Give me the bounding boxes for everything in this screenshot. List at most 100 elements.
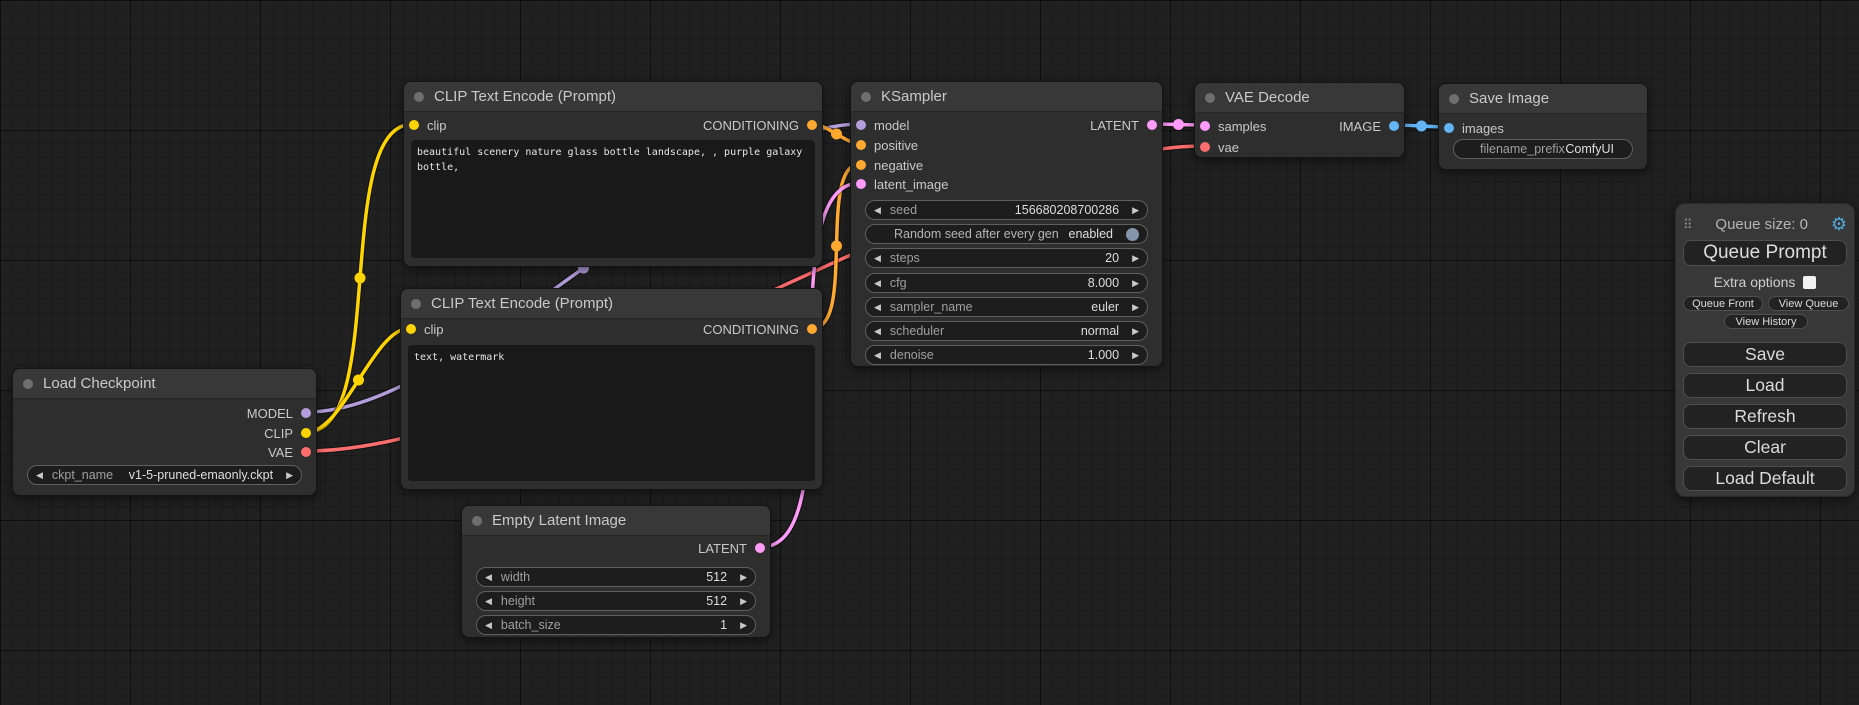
slot-dot-samples[interactable]	[1200, 121, 1210, 131]
widget-label: filename_prefix	[1480, 142, 1565, 156]
slot-dot-images[interactable]	[1444, 123, 1454, 133]
settings-gear-icon[interactable]: ⚙	[1831, 215, 1847, 233]
slot-dot-vae[interactable]	[1200, 142, 1210, 152]
widget-value: 20	[1105, 251, 1119, 265]
node-clip-negative[interactable]: CLIP Text Encode (Prompt)clipCONDITIONIN…	[400, 288, 823, 490]
output-slot-model: MODEL	[247, 406, 311, 420]
increment-arrow-icon[interactable]: ▶	[1132, 279, 1139, 288]
widget-label: seed	[890, 203, 917, 217]
slot-dot-latent[interactable]	[1147, 120, 1157, 130]
widget-batch-size[interactable]: ◀batch_size1▶	[476, 615, 756, 635]
increment-arrow-icon[interactable]: ▶	[1132, 351, 1139, 360]
decrement-arrow-icon[interactable]: ◀	[485, 621, 492, 630]
slot-dot-negative[interactable]	[856, 160, 866, 170]
widget-filename-prefix[interactable]: filename_prefixComfyUI	[1453, 139, 1633, 159]
decrement-arrow-icon[interactable]: ◀	[874, 206, 881, 215]
node-graph-canvas[interactable]: Load CheckpointMODELCLIPVAE◀ckpt_namev1-…	[0, 0, 1859, 705]
increment-arrow-icon[interactable]: ▶	[1132, 327, 1139, 336]
load-button[interactable]: Load	[1683, 373, 1847, 398]
node-clip-positive[interactable]: CLIP Text Encode (Prompt)clipCONDITIONIN…	[403, 81, 823, 267]
slot-dot-model[interactable]	[301, 408, 311, 418]
slot-dot-model[interactable]	[856, 120, 866, 130]
slot-dot-image[interactable]	[1389, 121, 1399, 131]
extra-options-checkbox[interactable]	[1803, 276, 1816, 289]
collapse-dot-icon[interactable]	[1205, 93, 1215, 103]
node-vae-decode[interactable]: VAE DecodesamplesvaeIMAGE	[1194, 82, 1405, 158]
wire-midpoint-dot	[1416, 121, 1427, 132]
widget-width[interactable]: ◀width512▶	[476, 567, 756, 587]
decrement-arrow-icon[interactable]: ◀	[874, 351, 881, 360]
queue-prompt-button[interactable]: Queue Prompt	[1683, 240, 1847, 266]
increment-arrow-icon[interactable]: ▶	[286, 471, 293, 480]
slot-dot-latent[interactable]	[755, 543, 765, 553]
prompt-textarea[interactable]: text, watermark	[408, 345, 815, 481]
widget-scheduler[interactable]: ◀schedulernormal▶	[865, 321, 1148, 341]
collapse-dot-icon[interactable]	[472, 516, 482, 526]
node-title-bar[interactable]: CLIP Text Encode (Prompt)	[404, 82, 822, 112]
view-queue-button[interactable]: View Queue	[1768, 296, 1849, 311]
decrement-arrow-icon[interactable]: ◀	[485, 573, 492, 582]
view-history-button[interactable]: View History	[1724, 314, 1808, 329]
queue-front-button[interactable]: Queue Front	[1683, 296, 1763, 311]
widget-cfg[interactable]: ◀cfg8.000▶	[865, 273, 1148, 293]
slot-dot-clip[interactable]	[409, 120, 419, 130]
widget-label: Random seed after every gen	[894, 227, 1059, 241]
node-title-bar[interactable]: KSampler	[851, 82, 1162, 112]
increment-arrow-icon[interactable]: ▶	[1132, 254, 1139, 263]
collapse-dot-icon[interactable]	[23, 379, 33, 389]
decrement-arrow-icon[interactable]: ◀	[874, 279, 881, 288]
widget-Random seed after every gen[interactable]: Random seed after every genenabled	[865, 224, 1148, 244]
decrement-arrow-icon[interactable]: ◀	[874, 327, 881, 336]
collapse-dot-icon[interactable]	[861, 92, 871, 102]
refresh-button[interactable]: Refresh	[1683, 404, 1847, 429]
widget-height[interactable]: ◀height512▶	[476, 591, 756, 611]
decrement-arrow-icon[interactable]: ◀	[874, 303, 881, 312]
slot-label: CLIP	[264, 426, 293, 441]
decrement-arrow-icon[interactable]: ◀	[36, 471, 43, 480]
widget-sampler-name[interactable]: ◀sampler_nameeuler▶	[865, 297, 1148, 317]
increment-arrow-icon[interactable]: ▶	[1132, 206, 1139, 215]
input-slot-model: model	[856, 118, 909, 132]
node-save-image[interactable]: Save Imageimagesfilename_prefixComfyUI	[1438, 83, 1648, 170]
slot-dot-clip[interactable]	[301, 428, 311, 438]
node-ksampler[interactable]: KSamplermodelpositivenegativelatent_imag…	[850, 81, 1163, 367]
widget-denoise[interactable]: ◀denoise1.000▶	[865, 345, 1148, 365]
load-default-button[interactable]: Load Default	[1683, 466, 1847, 491]
clear-button[interactable]: Clear	[1683, 435, 1847, 460]
slot-dot-conditioning[interactable]	[807, 324, 817, 334]
increment-arrow-icon[interactable]: ▶	[1132, 303, 1139, 312]
node-load-checkpoint[interactable]: Load CheckpointMODELCLIPVAE◀ckpt_namev1-…	[12, 368, 317, 496]
node-title-bar[interactable]: CLIP Text Encode (Prompt)	[401, 289, 822, 319]
drag-handle-icon[interactable]: ⠿	[1683, 218, 1693, 231]
slot-dot-latent_image[interactable]	[856, 179, 866, 189]
toggle-dot[interactable]	[1126, 228, 1139, 241]
increment-arrow-icon[interactable]: ▶	[740, 597, 747, 606]
increment-arrow-icon[interactable]: ▶	[740, 573, 747, 582]
widget-steps[interactable]: ◀steps20▶	[865, 248, 1148, 268]
slot-label: CONDITIONING	[703, 322, 799, 337]
node-empty-latent[interactable]: Empty Latent ImageLATENT◀width512▶◀heigh…	[461, 505, 771, 638]
slot-label: positive	[874, 138, 918, 153]
slot-dot-vae[interactable]	[301, 447, 311, 457]
widget-label: scheduler	[890, 324, 944, 338]
save-button[interactable]: Save	[1683, 342, 1847, 367]
node-title-bar[interactable]: VAE Decode	[1195, 83, 1404, 113]
widget-label: cfg	[890, 276, 907, 290]
collapse-dot-icon[interactable]	[411, 299, 421, 309]
slot-dot-conditioning[interactable]	[807, 120, 817, 130]
node-title-bar[interactable]: Save Image	[1439, 84, 1647, 114]
slot-dot-clip[interactable]	[406, 324, 416, 334]
collapse-dot-icon[interactable]	[1449, 94, 1459, 104]
widget-value: 512	[706, 570, 727, 584]
increment-arrow-icon[interactable]: ▶	[740, 621, 747, 630]
slot-dot-positive[interactable]	[856, 140, 866, 150]
collapse-dot-icon[interactable]	[414, 92, 424, 102]
widget-ckpt-name[interactable]: ◀ckpt_namev1-5-pruned-emaonly.ckpt▶	[27, 465, 302, 485]
decrement-arrow-icon[interactable]: ◀	[485, 597, 492, 606]
node-title-bar[interactable]: Load Checkpoint	[13, 369, 316, 399]
input-slot-clip: clip	[409, 118, 447, 132]
prompt-textarea[interactable]: beautiful scenery nature glass bottle la…	[411, 140, 815, 258]
node-title-bar[interactable]: Empty Latent Image	[462, 506, 770, 536]
decrement-arrow-icon[interactable]: ◀	[874, 254, 881, 263]
widget-seed[interactable]: ◀seed156680208700286▶	[865, 200, 1148, 220]
